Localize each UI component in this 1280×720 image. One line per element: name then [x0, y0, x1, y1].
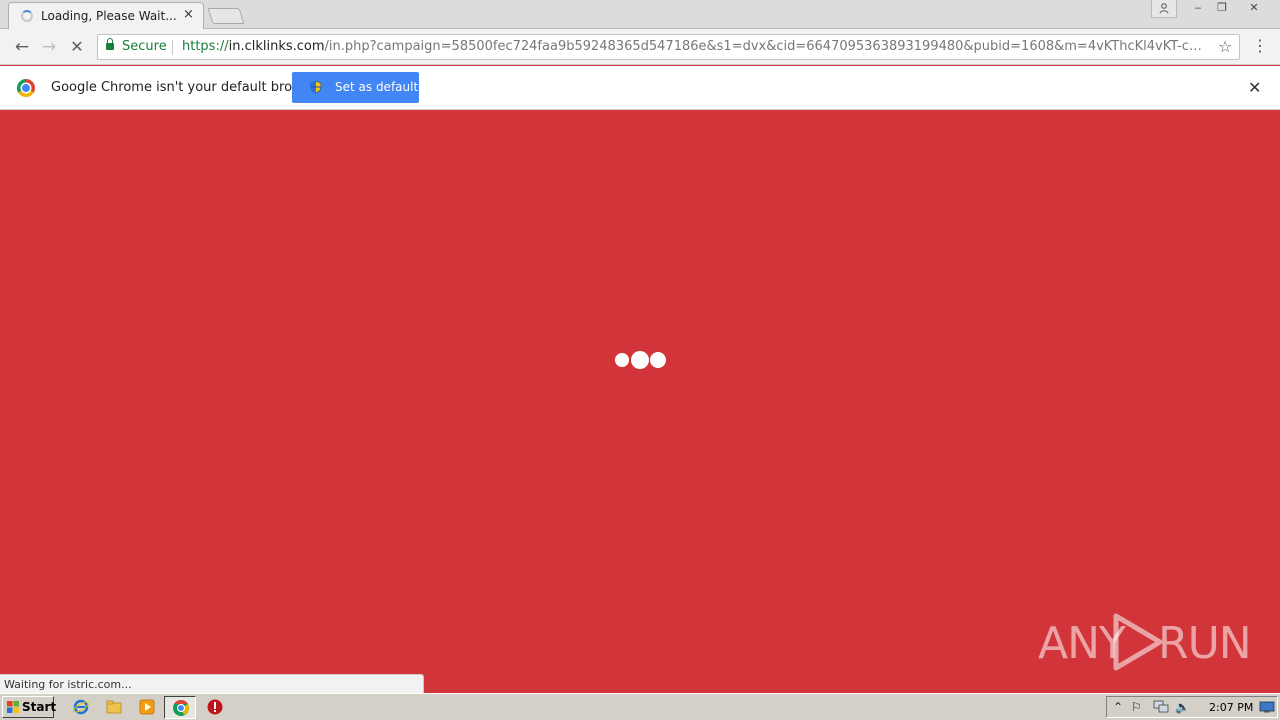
tab-close-icon[interactable]: × [183, 7, 194, 22]
address-bar[interactable]: Secure https://in.clklinks.com/in.php?ca… [97, 34, 1240, 60]
back-button[interactable]: ← [12, 37, 32, 57]
internet-explorer-icon[interactable] [72, 698, 90, 716]
anyrun-watermark: ANY RUN [1038, 610, 1252, 674]
address-separator [172, 40, 173, 55]
menu-kebab-icon[interactable]: ⋮ [1252, 36, 1268, 56]
tab-loading[interactable]: Loading, Please Wait... × [8, 2, 204, 29]
loading-dot [631, 351, 649, 369]
action-center-flag-icon[interactable]: ⚐ [1131, 700, 1142, 714]
windows-logo-icon [7, 701, 19, 713]
start-label: Start [22, 700, 57, 714]
default-browser-infobar: Google Chrome isn't your default browser… [0, 66, 1280, 110]
volume-icon[interactable]: 🔈 [1175, 700, 1190, 714]
minimize-button[interactable]: ‒ [1185, 0, 1211, 18]
clock[interactable]: 2:07 PM [1209, 701, 1253, 714]
chrome-taskbar-icon [173, 699, 189, 716]
tray-expand-icon[interactable]: ⌃ [1113, 700, 1123, 714]
tab-title: Loading, Please Wait... [41, 9, 177, 23]
bookmark-star-icon[interactable]: ☆ [1218, 37, 1232, 56]
new-tab-button[interactable] [207, 8, 245, 24]
loading-dot [650, 352, 666, 368]
network-icon[interactable] [1153, 700, 1169, 714]
infobar-close-icon[interactable]: ✕ [1248, 78, 1261, 97]
windows-taskbar: Start ⌃ ⚐ 🔈 2:07 PM [0, 693, 1280, 720]
watermark-run: RUN [1158, 618, 1252, 669]
page-content: ANY RUN [0, 110, 1280, 692]
browser-toolbar: ← → ✕ Secure https://in.clklinks.com/in.… [0, 29, 1280, 65]
stop-loading-button[interactable]: ✕ [67, 37, 87, 57]
chrome-logo-icon [17, 79, 35, 97]
file-explorer-icon[interactable] [105, 698, 123, 716]
loading-dot [615, 353, 629, 367]
user-profile-button[interactable] [1151, 0, 1177, 18]
loading-dots [614, 350, 668, 370]
close-window-button[interactable]: ✕ [1238, 0, 1270, 18]
url-host: in.clklinks.com [228, 39, 325, 54]
status-bubble: Waiting for istric.com... [0, 674, 424, 693]
secure-label[interactable]: Secure [122, 39, 167, 54]
infobar-message: Google Chrome isn't your default browser [51, 80, 323, 95]
set-as-default-label: Set as default [335, 80, 419, 94]
url-path: /in.php?campaign=58500fec724faa9b5924836… [324, 39, 1212, 54]
url-text[interactable]: https://in.clklinks.com/in.php?campaign=… [182, 39, 1212, 54]
set-as-default-button[interactable]: Set as default [292, 72, 419, 103]
lock-icon [106, 38, 114, 50]
user-icon [1159, 3, 1169, 14]
url-scheme: https:// [182, 39, 229, 54]
stop-sign-icon[interactable] [206, 698, 224, 716]
start-button[interactable]: Start [2, 696, 57, 718]
shield-icon [310, 80, 322, 94]
show-desktop-icon[interactable] [1259, 701, 1275, 713]
loading-spinner-icon [21, 10, 33, 22]
media-player-icon[interactable] [138, 698, 156, 716]
system-tray: ⌃ ⚐ 🔈 2:07 PM [1106, 696, 1278, 718]
forward-button[interactable]: → [39, 37, 59, 57]
title-bar: Loading, Please Wait... × ‒ ❐ ✕ [0, 0, 1280, 29]
maximize-button[interactable]: ❐ [1209, 0, 1235, 18]
taskbar-chrome-button[interactable] [164, 696, 196, 719]
